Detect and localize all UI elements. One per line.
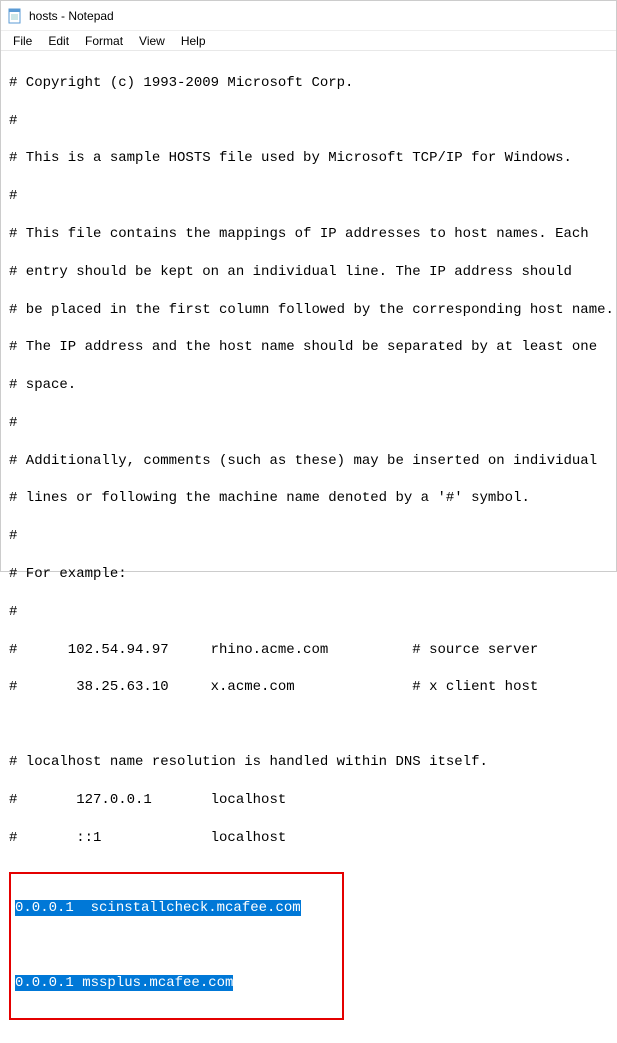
highlight-annotation: 0.0.0.1 scinstallcheck.mcafee.com 0.0.0.…	[9, 872, 344, 1019]
text-line: # Additionally, comments (such as these)…	[9, 452, 608, 471]
text-line: # space.	[9, 376, 608, 395]
text-line: 0.0.0.1 mssplus.mcafee.com	[15, 974, 338, 993]
text-line: # 102.54.94.97 rhino.acme.com # source s…	[9, 641, 608, 660]
menu-file[interactable]: File	[5, 32, 40, 50]
menubar: File Edit Format View Help	[1, 31, 616, 51]
text-line: # Copyright (c) 1993-2009 Microsoft Corp…	[9, 74, 608, 93]
text-line	[15, 937, 338, 955]
text-line: # 38.25.63.10 x.acme.com # x client host	[9, 678, 608, 697]
text-line: # localhost name resolution is handled w…	[9, 753, 608, 772]
text-line: # ::1 localhost	[9, 829, 608, 848]
menu-help[interactable]: Help	[173, 32, 214, 50]
notepad-icon	[7, 8, 23, 24]
text-line: #	[9, 603, 608, 622]
menu-edit[interactable]: Edit	[40, 32, 77, 50]
text-line: #	[9, 414, 608, 433]
selected-text: 0.0.0.1 scinstallcheck.mcafee.com	[15, 900, 301, 916]
text-line: # The IP address and the host name shoul…	[9, 338, 608, 357]
text-line: # This is a sample HOSTS file used by Mi…	[9, 149, 608, 168]
window-title: hosts - Notepad	[29, 9, 114, 23]
text-line: #	[9, 527, 608, 546]
editor-content[interactable]: # Copyright (c) 1993-2009 Microsoft Corp…	[1, 51, 616, 1043]
text-line: # This file contains the mappings of IP …	[9, 225, 608, 244]
text-line: # entry should be kept on an individual …	[9, 263, 608, 282]
titlebar: hosts - Notepad	[1, 1, 616, 31]
text-line: #	[9, 112, 608, 131]
text-line: # For example:	[9, 565, 608, 584]
menu-format[interactable]: Format	[77, 32, 131, 50]
text-line: 0.0.0.1 scinstallcheck.mcafee.com	[15, 899, 338, 918]
text-line	[9, 716, 608, 734]
selected-text: 0.0.0.1 mssplus.mcafee.com	[15, 975, 233, 991]
menu-view[interactable]: View	[131, 32, 173, 50]
text-line: # lines or following the machine name de…	[9, 489, 608, 508]
text-line: # 127.0.0.1 localhost	[9, 791, 608, 810]
text-line: # be placed in the first column followed…	[9, 301, 608, 320]
text-line: #	[9, 187, 608, 206]
